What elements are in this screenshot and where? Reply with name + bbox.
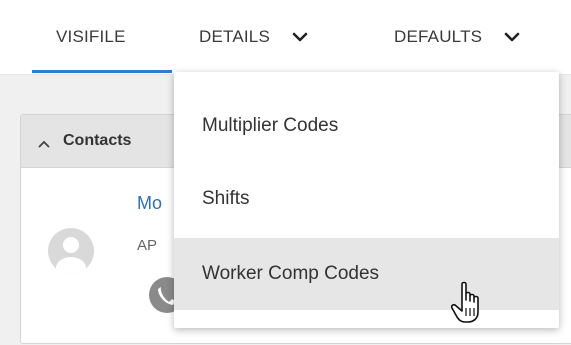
chevron-down-icon[interactable] (504, 31, 520, 43)
menu-item-multiplier-codes[interactable]: Multiplier Codes (174, 90, 559, 162)
page: Contacts Mo AP m VISIFILE DETAILS (0, 0, 571, 345)
menu-item-worker-comp-codes[interactable]: Worker Comp Codes (174, 238, 559, 310)
tab-details-label: DETAILS (199, 27, 270, 46)
menu-item-label: Worker Comp Codes (202, 263, 380, 284)
chevron-up-icon[interactable] (37, 136, 51, 148)
contact-role: AP (137, 237, 158, 254)
user-avatar-icon (48, 228, 94, 274)
tab-details[interactable]: DETAILS (199, 0, 308, 74)
tab-visifile-label: VISIFILE (56, 27, 126, 46)
tab-defaults-label: DEFAULTS (394, 27, 483, 46)
active-tab-indicator (32, 70, 172, 73)
hand-pointer-cursor (448, 280, 488, 328)
details-dropdown-menu: Multiplier Codes Shifts Worker Comp Code… (174, 72, 559, 328)
menu-item-label: Multiplier Codes (202, 115, 339, 136)
top-tab-bar: VISIFILE DETAILS DEFAULTS (0, 0, 571, 75)
contact-name[interactable]: Mo (137, 193, 162, 214)
menu-item-label: Shifts (202, 188, 250, 209)
tab-visifile[interactable]: VISIFILE (56, 0, 126, 74)
menu-item-shifts[interactable]: Shifts (174, 163, 559, 235)
chevron-down-icon[interactable] (292, 31, 308, 43)
contacts-card-title: Contacts (63, 132, 132, 149)
tab-defaults[interactable]: DEFAULTS (394, 0, 520, 74)
